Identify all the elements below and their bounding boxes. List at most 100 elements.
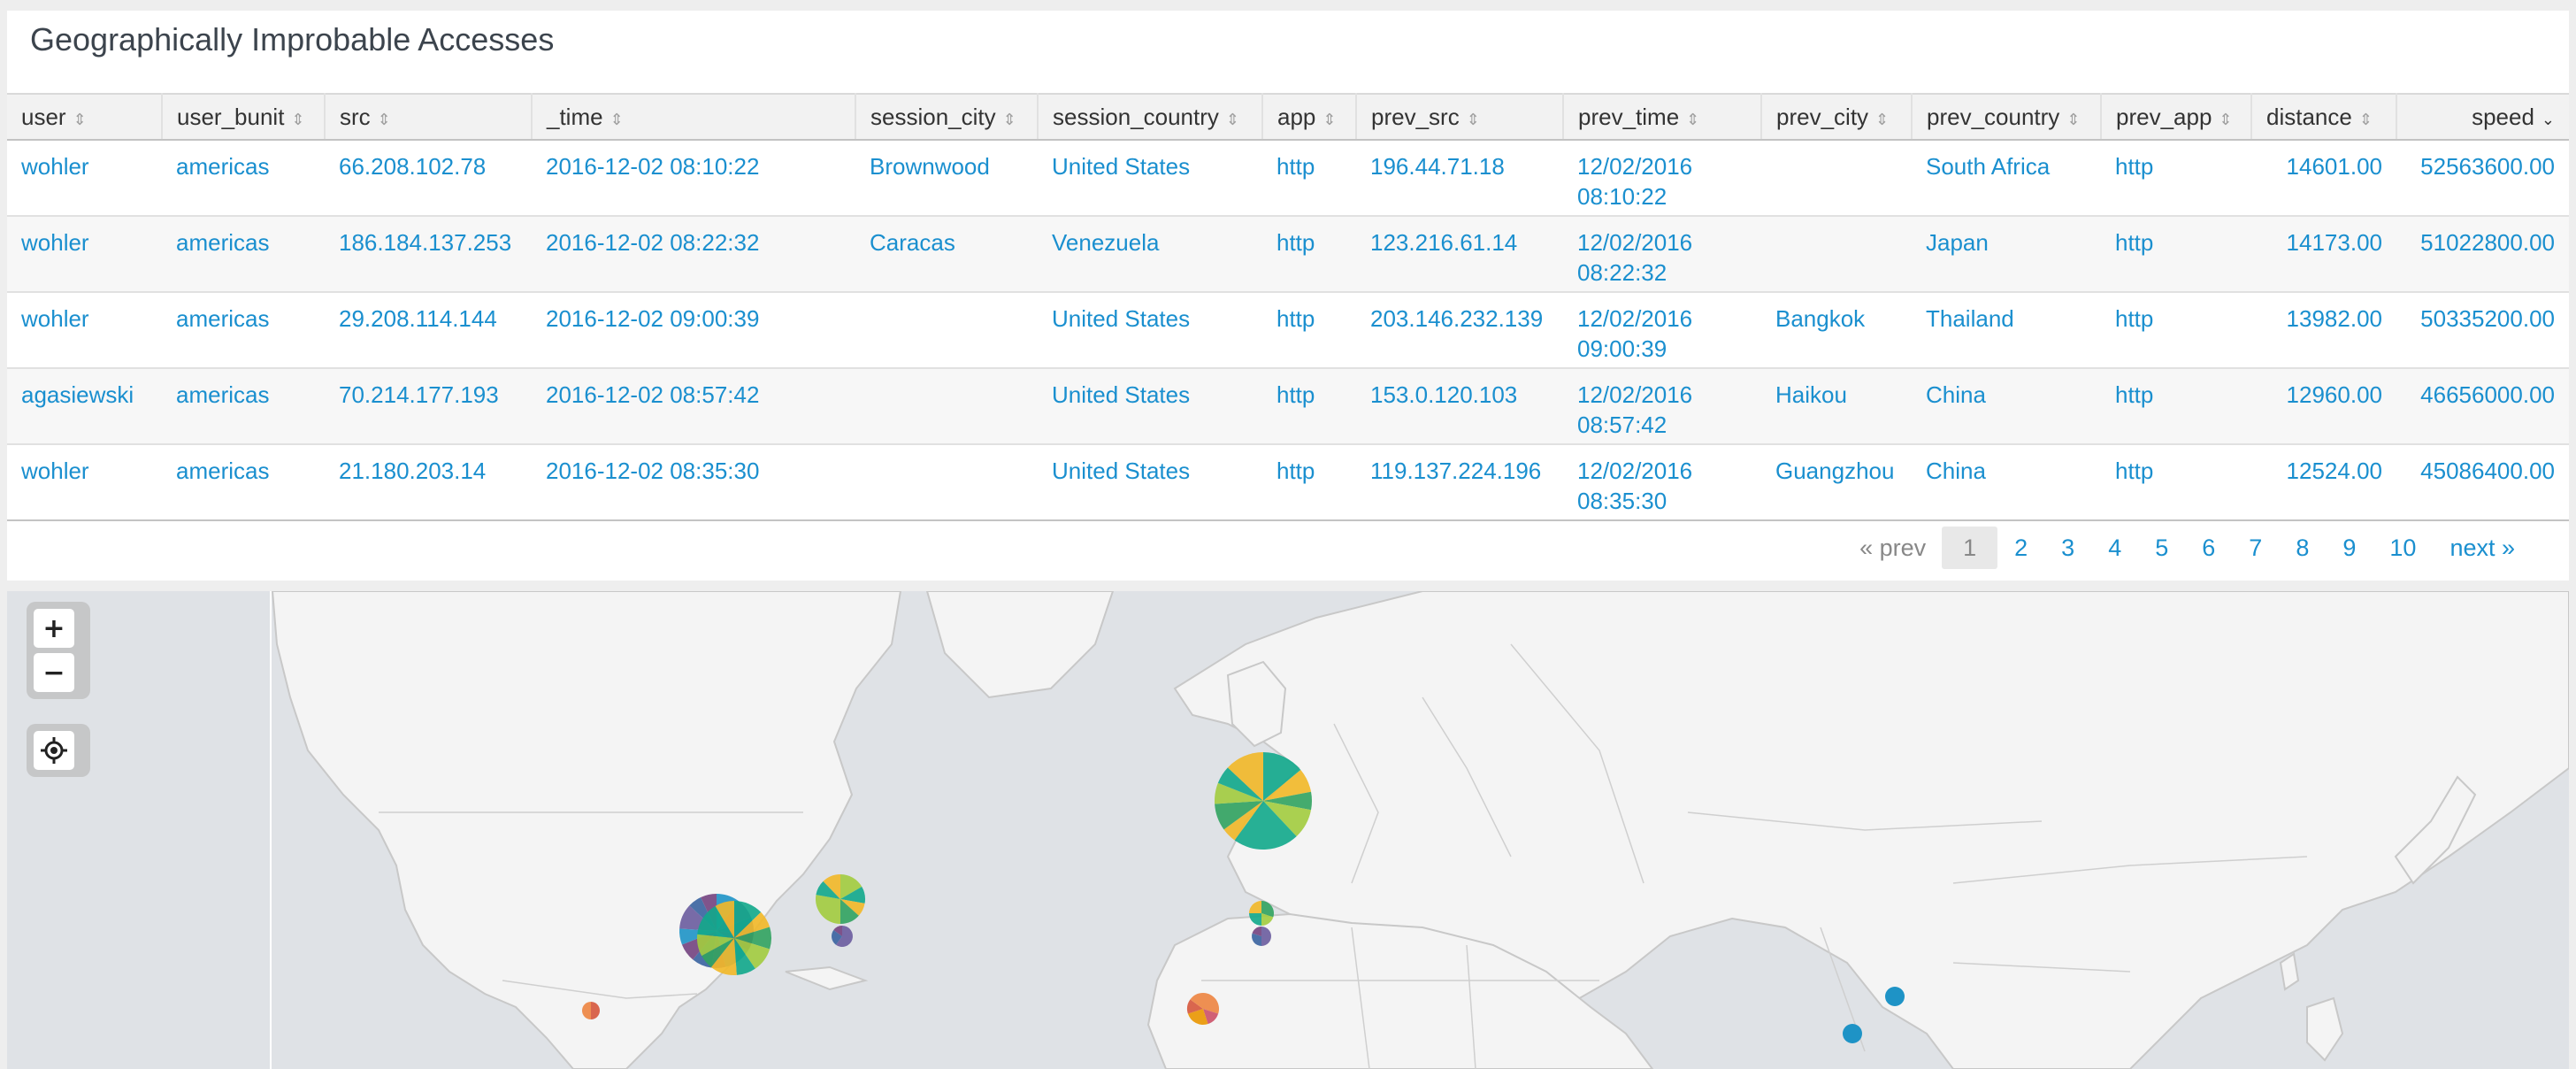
cell-prev-time[interactable]: 12/02/2016 08:22:32	[1563, 216, 1761, 293]
cell-user[interactable]: wohler	[7, 140, 162, 217]
page-10[interactable]: 10	[2373, 527, 2433, 569]
cell-prev-country[interactable]: China	[1912, 444, 2101, 521]
cell-prev-time[interactable]: 12/02/2016 08:35:30	[1563, 444, 1761, 521]
column-header-prev-app[interactable]: prev_app ⇕	[2101, 93, 2252, 141]
column-header-app[interactable]: app ⇕	[1262, 93, 1357, 141]
page-1[interactable]: 1	[1942, 527, 1998, 569]
cell-prev-city[interactable]: Bangkok	[1761, 292, 1912, 369]
cell-user[interactable]: wohler	[7, 216, 162, 293]
pie-cluster-morocco[interactable]	[1252, 927, 1271, 946]
cell-prev-city[interactable]	[1761, 140, 1912, 217]
cell-user-bunit[interactable]: americas	[162, 444, 325, 521]
pie-cluster-east-us[interactable]	[816, 874, 866, 924]
cell-prev-country[interactable]: Thailand	[1912, 292, 2101, 369]
cell-prev-app[interactable]: http	[2101, 444, 2251, 521]
prev-page-link[interactable]: « prev	[1843, 527, 1942, 569]
cell-session-city[interactable]	[855, 444, 1038, 521]
pie-cluster-europe[interactable]	[1214, 752, 1312, 850]
cell-prev-src[interactable]: 203.146.232.139	[1356, 292, 1563, 369]
cell-user-bunit[interactable]: americas	[162, 216, 325, 293]
cell-session-country[interactable]: United States	[1038, 292, 1262, 369]
next-page-link[interactable]: next »	[2433, 527, 2532, 569]
cell-distance[interactable]: 14173.00	[2251, 216, 2396, 293]
cell-app[interactable]: http	[1262, 216, 1356, 293]
column-header-prev-time[interactable]: prev_time ⇕	[1563, 93, 1762, 141]
cell-session-city[interactable]	[855, 292, 1038, 369]
cell-speed[interactable]: 46656000.00	[2396, 368, 2569, 445]
cell-prev-src[interactable]: 123.216.61.14	[1356, 216, 1563, 293]
column-header-user-bunit[interactable]: user_bunit ⇕	[162, 93, 326, 141]
cell-speed[interactable]: 50335200.00	[2396, 292, 2569, 369]
cell-prev-city[interactable]: Haikou	[1761, 368, 1912, 445]
cell-prev-country[interactable]: China	[1912, 368, 2101, 445]
cell-user[interactable]: wohler	[7, 292, 162, 369]
cell-user[interactable]: agasiewski	[7, 368, 162, 445]
cell-src[interactable]: 186.184.137.253	[325, 216, 532, 293]
cell-src[interactable]: 70.214.177.193	[325, 368, 532, 445]
cell-prev-time[interactable]: 12/02/2016 08:10:22	[1563, 140, 1761, 217]
cell-time[interactable]: 2016-12-02 09:00:39	[532, 292, 855, 369]
point-china[interactable]	[1885, 987, 1905, 1006]
column-header-user[interactable]: user ⇕	[7, 93, 163, 141]
page-4[interactable]: 4	[2091, 527, 2138, 569]
cell-app[interactable]: http	[1262, 292, 1356, 369]
page-2[interactable]: 2	[1997, 527, 2044, 569]
cell-prev-time[interactable]: 12/02/2016 09:00:39	[1563, 292, 1761, 369]
pie-cluster-mexico[interactable]	[582, 1002, 600, 1019]
cell-prev-src[interactable]: 153.0.120.103	[1356, 368, 1563, 445]
cell-session-country[interactable]: United States	[1038, 444, 1262, 521]
cell-session-city[interactable]: Brownwood	[855, 140, 1038, 217]
cell-src[interactable]: 29.208.114.144	[325, 292, 532, 369]
cell-user-bunit[interactable]: americas	[162, 292, 325, 369]
cell-time[interactable]: 2016-12-02 08:35:30	[532, 444, 855, 521]
cell-session-city[interactable]: Caracas	[855, 216, 1038, 293]
pie-cluster-iberia[interactable]	[1249, 901, 1274, 926]
cell-src[interactable]: 66.208.102.78	[325, 140, 532, 217]
cell-prev-city[interactable]	[1761, 216, 1912, 293]
cell-speed[interactable]: 52563600.00	[2396, 140, 2569, 217]
cell-time[interactable]: 2016-12-02 08:10:22	[532, 140, 855, 217]
page-3[interactable]: 3	[2044, 527, 2091, 569]
column-header-speed[interactable]: speed ⌄	[2396, 93, 2569, 141]
cell-speed[interactable]: 45086400.00	[2396, 444, 2569, 521]
zoom-in-button[interactable]: +	[34, 609, 74, 648]
map-canvas[interactable]	[7, 591, 2569, 1069]
cell-prev-city[interactable]: Guangzhou	[1761, 444, 1912, 521]
cell-app[interactable]: http	[1262, 444, 1356, 521]
cell-distance[interactable]: 12960.00	[2251, 368, 2396, 445]
cell-time[interactable]: 2016-12-02 08:57:42	[532, 368, 855, 445]
page-8[interactable]: 8	[2279, 527, 2326, 569]
page-7[interactable]: 7	[2232, 527, 2279, 569]
page-6[interactable]: 6	[2185, 527, 2232, 569]
cell-prev-app[interactable]: http	[2101, 292, 2251, 369]
cell-prev-app[interactable]: http	[2101, 216, 2251, 293]
pie-cluster-florida[interactable]	[832, 926, 854, 947]
cell-session-country[interactable]: United States	[1038, 368, 1262, 445]
cell-speed[interactable]: 51022800.00	[2396, 216, 2569, 293]
page-5[interactable]: 5	[2138, 527, 2185, 569]
cell-user-bunit[interactable]: americas	[162, 140, 325, 217]
cell-prev-country[interactable]: Japan	[1912, 216, 2101, 293]
column-header-session-city[interactable]: session_city ⇕	[855, 93, 1039, 141]
cell-prev-country[interactable]: South Africa	[1912, 140, 2101, 217]
cell-prev-time[interactable]: 12/02/2016 08:57:42	[1563, 368, 1761, 445]
cell-session-city[interactable]	[855, 368, 1038, 445]
page-9[interactable]: 9	[2326, 527, 2373, 569]
cell-distance[interactable]: 12524.00	[2251, 444, 2396, 521]
cell-prev-app[interactable]: http	[2101, 368, 2251, 445]
pie-cluster-west-africa[interactable]	[1187, 993, 1219, 1025]
cell-prev-app[interactable]: http	[2101, 140, 2251, 217]
zoom-out-button[interactable]: −	[34, 653, 74, 692]
cell-prev-src[interactable]: 119.137.224.196	[1356, 444, 1563, 521]
column-header-distance[interactable]: distance ⇕	[2251, 93, 2397, 141]
column-header-prev-src[interactable]: prev_src ⇕	[1356, 93, 1564, 141]
cell-distance[interactable]: 13982.00	[2251, 292, 2396, 369]
pie-cluster-texas-b[interactable]	[696, 901, 772, 975]
cell-user-bunit[interactable]: americas	[162, 368, 325, 445]
cell-src[interactable]: 21.180.203.14	[325, 444, 532, 521]
cell-user[interactable]: wohler	[7, 444, 162, 521]
cell-session-country[interactable]: United States	[1038, 140, 1262, 217]
column-header-time[interactable]: _time ⇕	[532, 93, 856, 141]
cell-prev-src[interactable]: 196.44.71.18	[1356, 140, 1563, 217]
cell-session-country[interactable]: Venezuela	[1038, 216, 1262, 293]
